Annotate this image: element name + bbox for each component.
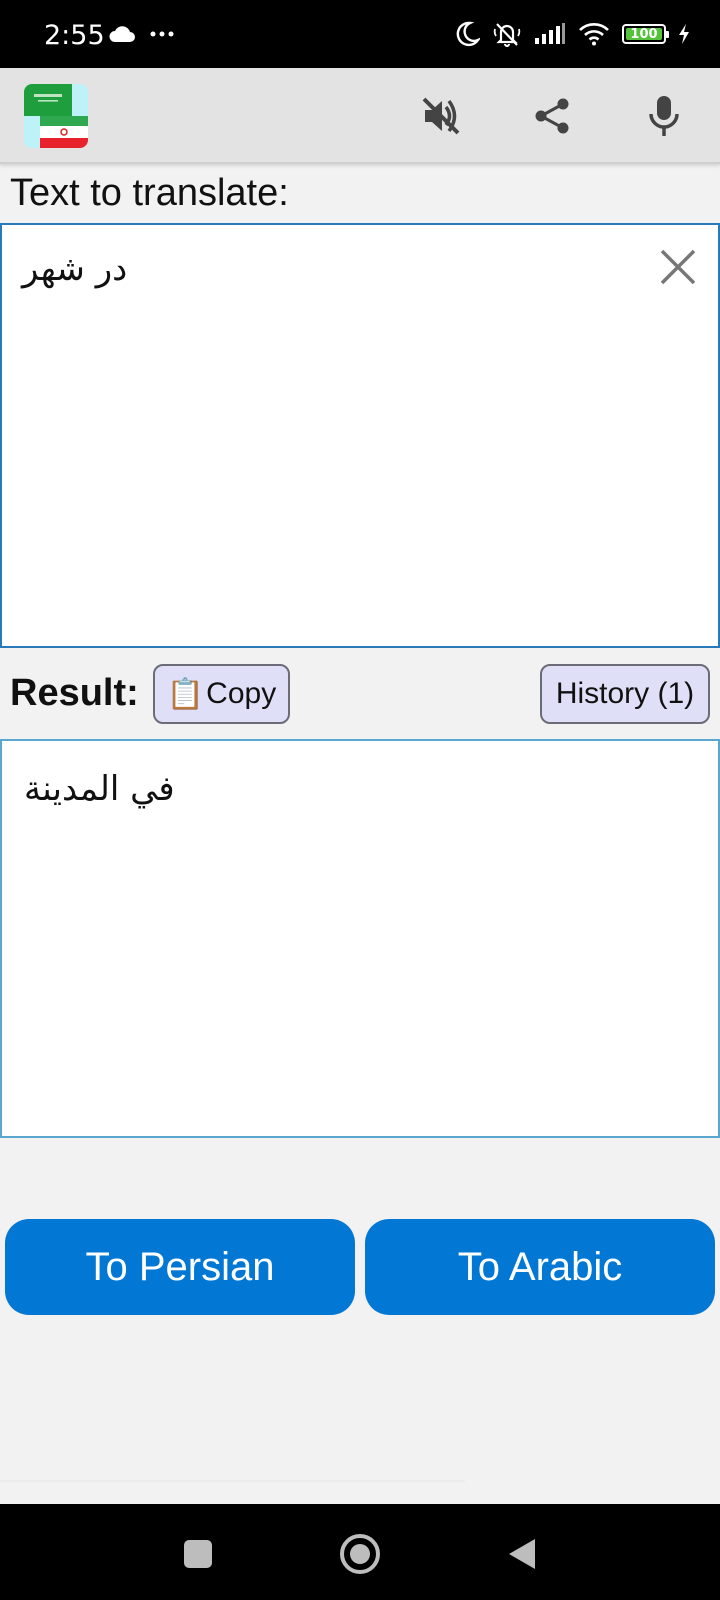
recents-icon (184, 1540, 212, 1568)
screen: 2:55 100 Text to translate: در شهر Resul… (0, 0, 720, 1600)
home-icon (340, 1534, 380, 1574)
history-button-label: History (1) (555, 677, 695, 710)
copy-button-label: Copy (206, 677, 277, 710)
moon-icon (456, 21, 480, 47)
history-button[interactable]: History (1) (540, 664, 710, 724)
back-icon (509, 1539, 535, 1569)
cloud-icon (109, 26, 135, 42)
signal-icon (535, 23, 565, 44)
status-bar: 2:55 100 (0, 0, 720, 68)
status-time: 2:55 (44, 20, 105, 51)
to-arabic-button[interactable]: To Arabic (365, 1219, 715, 1315)
recents-button[interactable] (176, 1532, 220, 1576)
status-notification-icons (108, 22, 174, 46)
clear-button[interactable] (654, 243, 702, 291)
app-toolbar (0, 68, 720, 164)
microphone-button[interactable] (638, 90, 690, 142)
input-label: Text to translate: (10, 172, 289, 214)
to-persian-button[interactable]: To Persian (5, 1219, 355, 1315)
volume-mute-button[interactable] (415, 90, 467, 142)
silent-bell-icon (493, 23, 521, 47)
saudi-iran-flags-icon (24, 84, 88, 148)
back-button[interactable] (500, 1532, 544, 1576)
share-icon (535, 98, 569, 134)
system-navigation-bar (0, 1504, 720, 1600)
result-text-value: في المدينة (24, 769, 175, 809)
battery-level: 100 (630, 26, 658, 42)
status-system-icons: 100 (454, 20, 690, 48)
copy-button[interactable]: 📋 Copy (153, 664, 290, 724)
clipboard-icon: 📋 (166, 676, 205, 712)
close-icon (660, 249, 696, 285)
to-arabic-label: To Arabic (457, 1244, 623, 1289)
microphone-icon (649, 96, 679, 136)
source-text-value: در شهر (22, 249, 128, 289)
volume-mute-icon (422, 97, 460, 135)
divider (0, 1480, 465, 1482)
more-dots-icon (150, 31, 174, 37)
result-text-output[interactable]: في المدينة (0, 739, 720, 1138)
home-button[interactable] (338, 1532, 382, 1576)
result-label: Result: (10, 672, 139, 714)
source-text-input[interactable]: در شهر (0, 223, 720, 648)
wifi-icon (579, 23, 609, 46)
charging-icon (679, 24, 689, 44)
share-button[interactable] (526, 90, 578, 142)
battery-icon: 100 (622, 24, 669, 44)
to-persian-label: To Persian (85, 1244, 275, 1289)
